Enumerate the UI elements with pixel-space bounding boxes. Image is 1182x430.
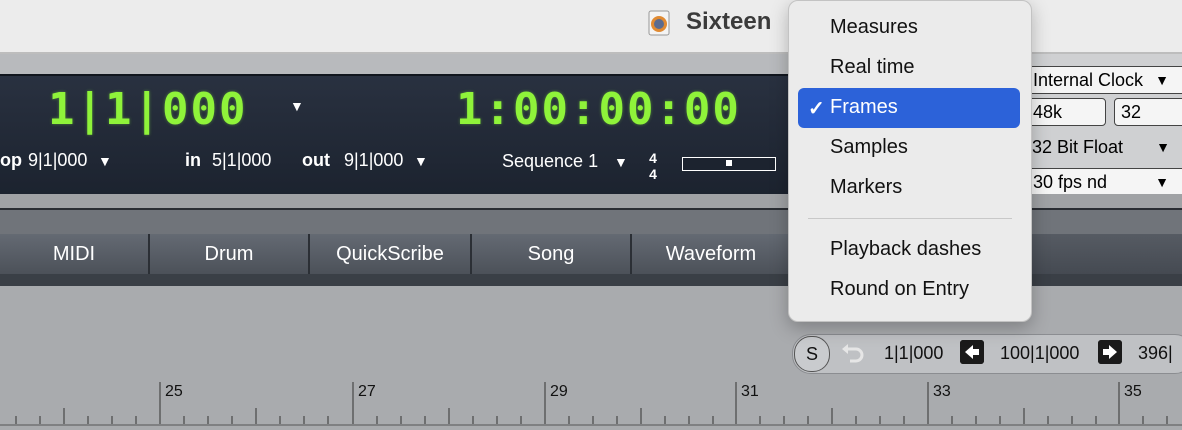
tab-midi[interactable]: MIDI bbox=[0, 234, 150, 274]
range-end[interactable]: 100|1|000 bbox=[1000, 343, 1079, 364]
bit-depth-caret-icon: ▼ bbox=[1156, 139, 1170, 155]
sequence-selector[interactable]: Sequence 1 bbox=[502, 151, 598, 172]
tab-waveform[interactable]: Waveform bbox=[632, 234, 792, 274]
range-overflow: 396| bbox=[1138, 343, 1173, 363]
out-value[interactable]: 9|1|000 bbox=[344, 150, 403, 171]
clock-caret-icon: ▼ bbox=[1155, 72, 1169, 88]
arrow-left-icon[interactable] bbox=[960, 340, 984, 364]
ruler-label: 27 bbox=[358, 383, 376, 400]
sample-rate-field[interactable]: 48k bbox=[1026, 98, 1106, 126]
loop-caret-icon[interactable]: ▼ bbox=[98, 153, 112, 169]
menu-item-measures[interactable]: Measures bbox=[830, 16, 918, 39]
tab-quickscribe[interactable]: QuickScribe bbox=[310, 234, 472, 274]
sample-rate-value: 48k bbox=[1033, 102, 1063, 122]
ruler-label: 33 bbox=[933, 383, 951, 400]
out-caret-icon[interactable]: ▼ bbox=[414, 153, 428, 169]
menu-item-round-on-entry[interactable]: Round on Entry bbox=[830, 278, 969, 301]
ruler-label: 31 bbox=[741, 383, 759, 400]
bit-depth-value: 32 Bit Float bbox=[1032, 137, 1124, 157]
menu-item-markers[interactable]: Markers bbox=[830, 176, 902, 199]
menu-item-frames[interactable]: Frames bbox=[830, 96, 898, 119]
loop-value[interactable]: 9|1|000 bbox=[28, 150, 87, 171]
measure-counter[interactable]: 1|1|000 bbox=[48, 84, 247, 135]
window-title: Sixteen bbox=[686, 8, 772, 35]
menu-item-playback-dashes[interactable]: Playback dashes bbox=[830, 238, 981, 261]
sequence-caret-icon[interactable]: ▼ bbox=[614, 154, 628, 170]
meter-top: 4 bbox=[649, 150, 657, 166]
time-counter[interactable]: 1:00:00:00 bbox=[456, 84, 741, 135]
buffer-value: 32 bbox=[1121, 102, 1142, 122]
loop-label: op bbox=[0, 150, 22, 170]
tab-drum[interactable]: Drum bbox=[150, 234, 310, 274]
position-slider-thumb[interactable] bbox=[726, 160, 732, 166]
menu-item-real-time[interactable]: Real time bbox=[830, 56, 914, 79]
time-format-menu bbox=[788, 0, 1032, 322]
tab-song[interactable]: Song bbox=[472, 234, 632, 274]
solo-button[interactable]: S bbox=[794, 336, 830, 372]
range-start[interactable]: 1|1|000 bbox=[884, 343, 943, 364]
out-label: out bbox=[302, 150, 330, 170]
meter-bottom: 4 bbox=[649, 166, 657, 182]
bit-depth-select[interactable]: 32 Bit Float ▼ bbox=[1026, 134, 1182, 162]
in-label: in bbox=[185, 150, 201, 170]
menu-separator bbox=[808, 218, 1012, 219]
frame-rate-select[interactable]: 30 fps nd ▼ bbox=[1026, 168, 1182, 196]
in-value[interactable]: 5|1|000 bbox=[212, 150, 271, 171]
ruler-label: 29 bbox=[550, 383, 568, 400]
clock-source-select[interactable]: Internal Clock ▼ bbox=[1026, 66, 1182, 94]
measure-format-caret-icon[interactable]: ▼ bbox=[290, 98, 304, 114]
ruler-label: 25 bbox=[165, 383, 183, 400]
frame-rate-caret-icon: ▼ bbox=[1155, 174, 1169, 190]
meter-display[interactable]: 4 4 bbox=[646, 150, 660, 182]
ruler-label: 35 bbox=[1124, 383, 1142, 400]
document-icon bbox=[648, 10, 670, 36]
checkmark-icon: ✓ bbox=[808, 98, 825, 120]
undo-icon[interactable] bbox=[840, 341, 866, 363]
arrow-right-icon[interactable] bbox=[1098, 340, 1122, 364]
clock-source-value: Internal Clock bbox=[1033, 70, 1144, 90]
buffer-field[interactable]: 32 bbox=[1114, 98, 1182, 126]
menu-item-samples[interactable]: Samples bbox=[830, 136, 908, 159]
frame-rate-value: 30 fps nd bbox=[1033, 172, 1108, 192]
